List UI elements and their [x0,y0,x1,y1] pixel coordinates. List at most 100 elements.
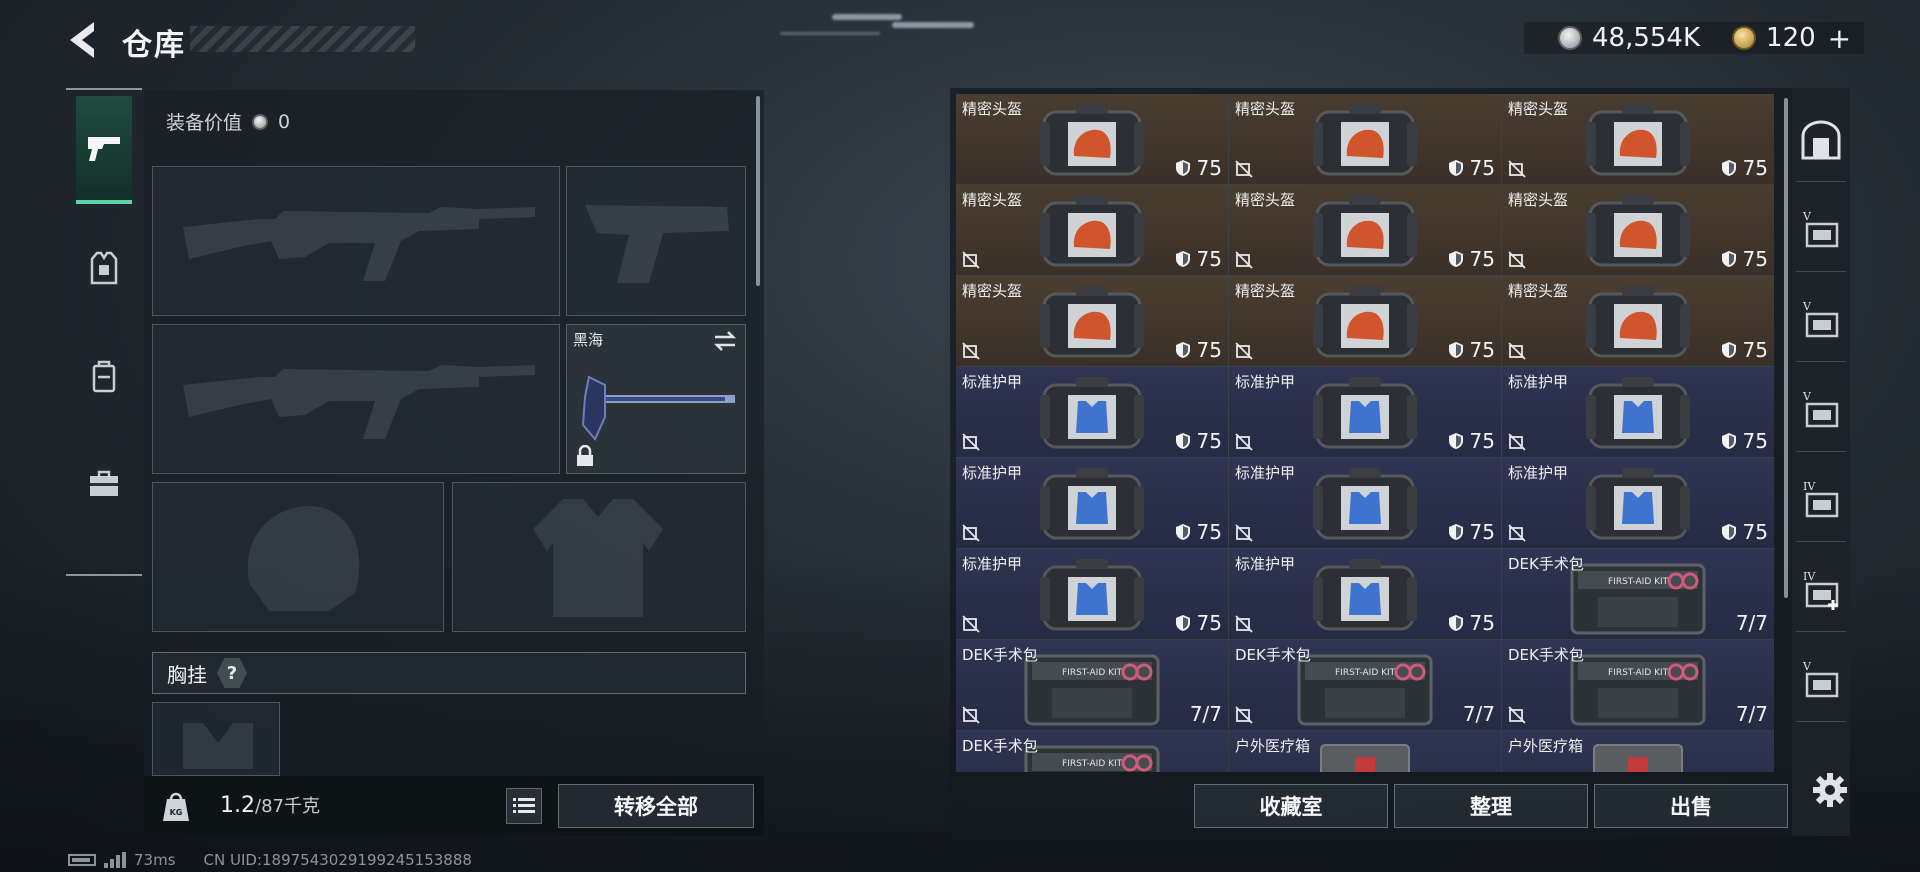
storage-item-helmet[interactable]: 精密头盔 75 [1229,94,1501,184]
item-value: 75 [1469,247,1495,271]
container-tab[interactable]: IV [1796,548,1846,632]
storage-item-armor[interactable]: 标准护甲 75 [956,549,1228,639]
item-durability: 7/7 [1190,702,1222,726]
body-armor-slot[interactable] [452,482,746,632]
storage-item-armor[interactable]: 标准护甲 75 [956,458,1228,548]
settings-button[interactable] [1808,768,1852,812]
storage-scrollbar[interactable] [1784,98,1788,598]
signal-icon [104,852,126,868]
shield-icon [1721,433,1736,449]
primary-weapon-slot[interactable] [152,166,560,316]
no-trade-icon [1235,433,1253,451]
no-trade-icon [1235,251,1253,269]
medkit-icon: FIRST-AID KIT [1024,745,1160,772]
back-button[interactable] [64,18,104,62]
no-trade-icon [962,524,980,542]
storage-item-medkit[interactable]: DEK手术包 FIRST-AID KIT 7/7 [1502,640,1774,730]
loadout-scrollbar[interactable] [756,96,760,286]
container-tab[interactable]: V [1796,638,1846,722]
svg-text:FIRST-AID KIT: FIRST-AID KIT [1608,577,1669,587]
organize-button[interactable]: 整理 [1394,784,1588,828]
add-currency-button[interactable]: + [1828,22,1851,55]
no-trade-icon [1508,342,1526,360]
collection-room-button[interactable]: 收藏室 [1194,784,1388,828]
storage-item-helmet[interactable]: 精密头盔 75 [1229,185,1501,275]
svg-text:V: V [1802,300,1812,313]
armor-case-icon [1313,559,1417,631]
silver-coin-icon [252,113,269,130]
item-durability: 75 [1175,429,1222,453]
item-value: 75 [1469,429,1495,453]
swap-icon[interactable] [711,329,739,353]
storage-item-helmet[interactable]: 精密头盔 75 [1502,94,1774,184]
list-view-button[interactable] [506,788,542,824]
storage-item-armor[interactable]: 标准护甲 75 [1502,458,1774,548]
storage-item-helmet[interactable]: 精密头盔 75 [1502,185,1774,275]
no-trade-icon [1235,160,1253,178]
svg-text:KG: KG [170,808,183,817]
sell-button[interactable]: 出售 [1594,784,1788,828]
item-value: 7/7 [1735,702,1768,726]
storage-item-medkit[interactable]: DEK手术包 FIRST-AID KIT 7/7 [956,640,1228,730]
storage-item-helmet[interactable]: 精密头盔 75 [1229,276,1501,366]
container-tab[interactable]: V [1796,278,1846,362]
nav-item-armor[interactable] [76,214,132,322]
item-name: 精密头盔 [1508,100,1569,118]
item-value: 75 [1469,156,1495,180]
storage-item-helmet[interactable]: 精密头盔 75 [1502,276,1774,366]
storage-item-armor[interactable]: 标准护甲 75 [1229,549,1501,639]
storage-item-medbox[interactable]: 户外医疗箱 [1502,731,1774,772]
pistol-silhouette-icon [585,205,729,283]
transfer-all-button[interactable]: 转移全部 [558,784,754,828]
chest-rig-slot[interactable] [152,702,280,776]
help-icon[interactable]: ? [217,658,247,688]
nav-item-backpack[interactable] [76,322,132,430]
container-tab[interactable]: V [1796,368,1846,452]
svg-text:V: V [1802,210,1812,223]
item-value: 75 [1742,156,1768,180]
secondary-weapon-slot[interactable] [152,324,560,474]
no-trade-icon [1508,524,1526,542]
container-v-icon: V [1802,210,1839,247]
top-bar: 仓库 48,554K 120 + [0,0,1920,80]
helmet-slot[interactable] [152,482,444,632]
item-name: 精密头盔 [1235,100,1296,118]
pistol-slot[interactable] [566,166,746,316]
nav-item-supplies[interactable] [76,430,132,538]
weight-readout: 1.2/87千克 [220,792,320,818]
storage-item-helmet[interactable]: 精密头盔 75 [956,276,1228,366]
svg-text:FIRST-AID KIT: FIRST-AID KIT [1062,759,1123,769]
shield-icon [1448,342,1463,358]
storage-item-helmet[interactable]: 精密头盔 75 [956,185,1228,275]
shield-icon [1721,251,1736,267]
helmet-case-icon [1040,195,1144,267]
chest-rig-silhouette-icon [183,723,253,769]
item-name: DEK手术包 [1235,646,1311,664]
item-value: 75 [1742,247,1768,271]
item-name: 标准护甲 [962,373,1023,391]
storage-item-helmet[interactable]: 精密头盔 75 [956,94,1228,184]
storage-item-medkit[interactable]: DEK手术包 FIRST-AID KIT 7/7 [1502,549,1774,639]
item-name: 精密头盔 [1235,191,1296,209]
storage-item-armor[interactable]: 标准护甲 75 [956,367,1228,457]
storage-item-medbox[interactable]: 户外医疗箱 [1229,731,1501,772]
shield-icon [1175,342,1190,358]
container-tabs-rail: V V V IV IV V [1792,88,1850,836]
container-tab[interactable] [1796,98,1846,182]
melee-slot[interactable]: 黑海 [566,324,746,474]
storage-item-armor[interactable]: 标准护甲 75 [1229,458,1501,548]
storage-grid-viewport: 精密头盔 75 精密头盔 75 精密头盔 75 精密头盔 75 精密头盔 75 精密头盔 75 精密头盔… [956,94,1774,772]
storage-item-armor[interactable]: 标准护甲 75 [1502,367,1774,457]
container-tab[interactable]: IV [1796,458,1846,542]
container-tab[interactable]: V [1796,188,1846,272]
nav-item-weapons[interactable] [76,96,132,204]
shield-icon [1448,251,1463,267]
helmet-case-icon [1040,286,1144,358]
item-durability: 7/7 [1736,702,1768,726]
item-name: 户外医疗箱 [1508,737,1584,755]
storage-item-medkit[interactable]: DEK手术包 FIRST-AID KIT [956,731,1228,772]
storage-item-armor[interactable]: 标准护甲 75 [1229,367,1501,457]
storage-item-medkit[interactable]: DEK手术包 FIRST-AID KIT 7/7 [1229,640,1501,730]
chest-rig-header: 胸挂 ? [152,652,746,694]
armor-case-icon [1586,377,1690,449]
